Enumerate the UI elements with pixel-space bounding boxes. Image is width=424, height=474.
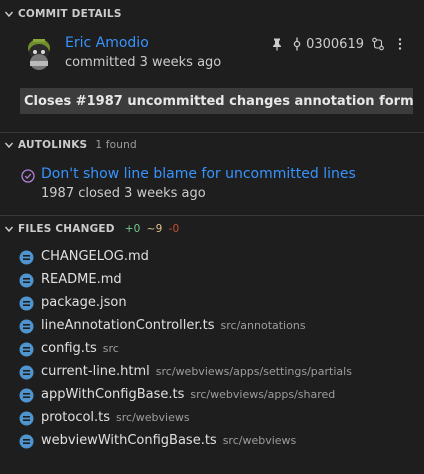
file-path: src/webviews bbox=[116, 411, 190, 424]
autolink-status: 1987 closed 3 weeks ago bbox=[41, 186, 206, 201]
file-name: package.json bbox=[41, 295, 127, 310]
file-name: current-line.html bbox=[41, 364, 150, 379]
files-changed-title: FILES CHANGED bbox=[18, 223, 115, 235]
file-item[interactable]: README.md bbox=[0, 269, 424, 292]
file-name: webviewWithConfigBase.ts bbox=[41, 433, 217, 448]
commit-date: committed 3 weeks ago bbox=[65, 55, 222, 70]
file-name: protocol.ts bbox=[41, 410, 111, 425]
file-modified-icon bbox=[19, 388, 34, 403]
file-item[interactable]: appWithConfigBase.ts src/webviews/apps/sh… bbox=[0, 384, 424, 407]
autolink-link[interactable]: Don't show line blame for uncommitted li… bbox=[41, 166, 356, 182]
file-modified-icon bbox=[19, 342, 34, 357]
file-path: src/annotations bbox=[220, 319, 306, 332]
file-modified-icon bbox=[19, 296, 34, 311]
file-item[interactable]: lineAnnotationController.ts src/annotatio… bbox=[0, 315, 424, 338]
file-item[interactable]: protocol.ts src/webviews bbox=[0, 407, 424, 430]
file-modified-icon bbox=[19, 411, 34, 426]
section-divider bbox=[0, 132, 424, 133]
commit-sha: 0300619 bbox=[306, 36, 364, 52]
autolinks-title: AUTOLINKS bbox=[18, 139, 88, 151]
chevron-down-icon bbox=[4, 142, 14, 149]
files-changed-header[interactable]: FILES CHANGED +0 ~9 -0 bbox=[0, 218, 424, 240]
commit-details-title: COMMIT DETAILS bbox=[18, 8, 122, 20]
file-modified-icon bbox=[19, 365, 34, 380]
avatar[interactable] bbox=[22, 36, 56, 72]
commit-actions: 0300619 bbox=[269, 36, 408, 52]
deleted-count: -0 bbox=[168, 223, 180, 235]
autolinks-count: 1 found bbox=[95, 139, 137, 151]
section-divider bbox=[0, 215, 424, 216]
chevron-down-icon bbox=[4, 11, 14, 18]
chevron-down-icon bbox=[4, 226, 14, 233]
autolinks-header[interactable]: AUTOLINKS 1 found bbox=[0, 134, 424, 156]
commit-sha-button[interactable]: 0300619 bbox=[291, 37, 364, 52]
commit-icon bbox=[293, 37, 301, 51]
file-path: src/webviews bbox=[222, 434, 297, 447]
commit-message[interactable]: Closes #1987 uncommitted changes annotat… bbox=[20, 88, 413, 114]
file-item[interactable]: current-line.html src/webviews/apps/setti… bbox=[0, 361, 424, 384]
file-item[interactable]: package.json bbox=[0, 292, 424, 315]
added-count: +0 bbox=[124, 223, 141, 235]
file-item[interactable]: webviewWithConfigBase.ts src/webviews bbox=[0, 430, 424, 453]
file-name: config.ts bbox=[41, 341, 97, 356]
file-item[interactable]: config.ts src bbox=[0, 338, 424, 361]
more-icon[interactable] bbox=[392, 36, 408, 52]
file-name: README.md bbox=[41, 272, 122, 287]
file-modified-icon bbox=[19, 434, 34, 449]
file-list: CHANGELOG.md README.md package.json line… bbox=[0, 246, 424, 453]
file-modified-icon bbox=[19, 273, 34, 288]
file-name: lineAnnotationController.ts bbox=[41, 318, 215, 333]
commit-author[interactable]: Eric Amodio bbox=[65, 35, 149, 51]
file-modified-icon bbox=[19, 319, 34, 334]
file-name: appWithConfigBase.ts bbox=[41, 387, 185, 402]
file-modified-icon bbox=[19, 250, 34, 265]
compare-icon[interactable] bbox=[370, 36, 386, 52]
file-name: CHANGELOG.md bbox=[41, 249, 149, 264]
modified-count: ~9 bbox=[146, 223, 163, 235]
file-path: src/webviews/apps/settings/partials bbox=[155, 365, 352, 378]
file-path: src bbox=[102, 342, 119, 355]
issue-closed-icon bbox=[21, 169, 35, 183]
file-path: src/webviews/apps/shared bbox=[190, 388, 336, 401]
file-item[interactable]: CHANGELOG.md bbox=[0, 246, 424, 269]
pin-icon[interactable] bbox=[269, 36, 285, 52]
commit-details-header[interactable]: COMMIT DETAILS bbox=[0, 3, 424, 25]
